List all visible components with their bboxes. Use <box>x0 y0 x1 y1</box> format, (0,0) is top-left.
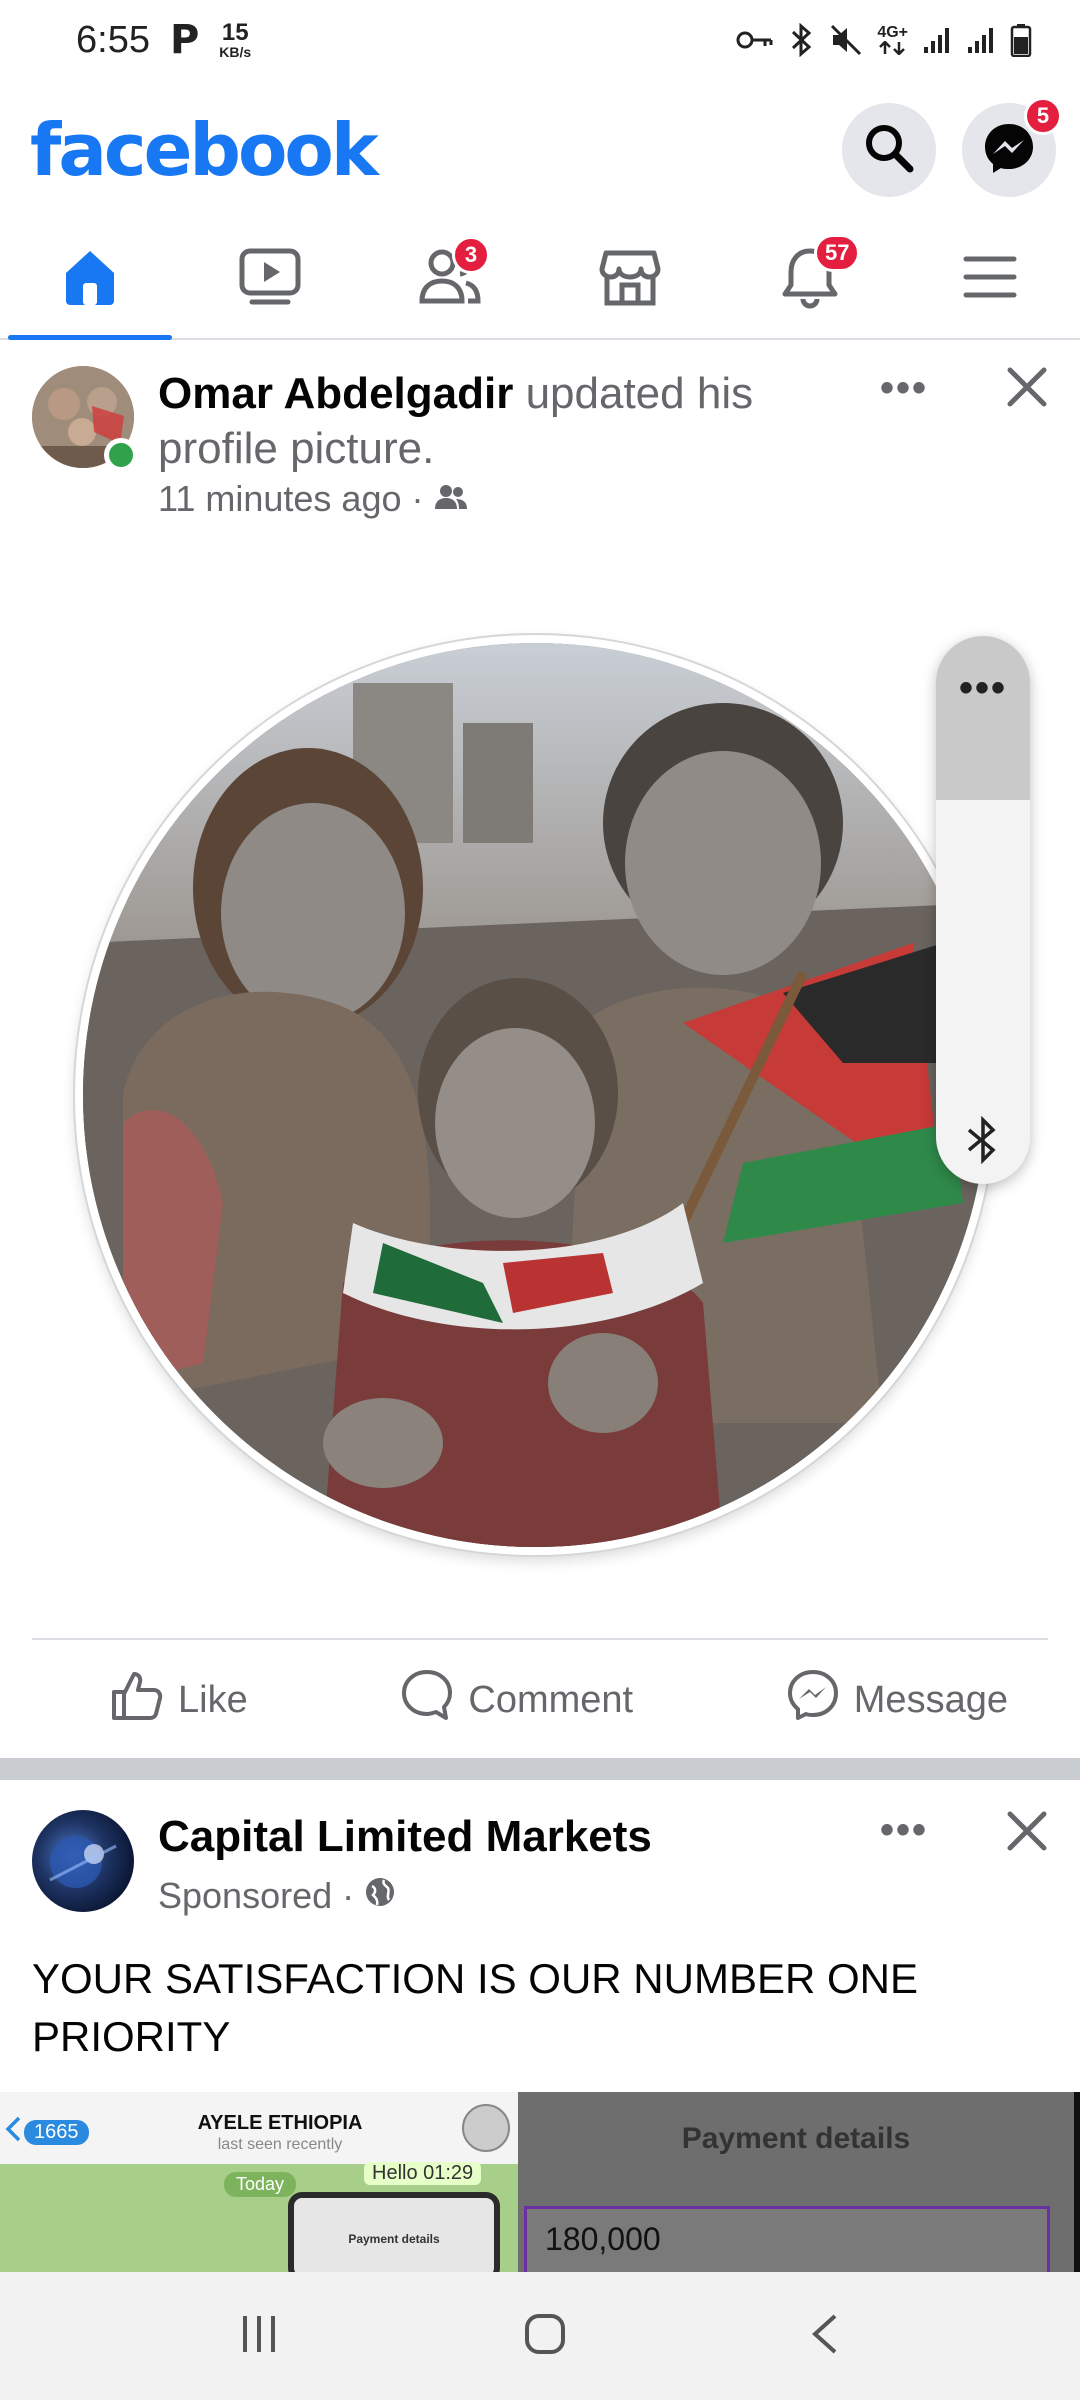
ad-chat-name: AYELE ETHIOPIA <box>197 2112 363 2134</box>
ad-image[interactable]: 1665 AYELE ETHIOPIA last seen recently T… <box>0 2092 1080 2272</box>
comment-button[interactable]: Comment <box>400 1668 633 1732</box>
comment-label: Comment <box>468 1678 634 1721</box>
close-icon <box>1006 367 1048 412</box>
network-speed: 15 KB/s <box>219 19 252 60</box>
notifications-badge: 57 <box>814 234 861 272</box>
ad-payment-title: Payment details <box>681 2122 911 2155</box>
messenger-badge: 5 <box>1024 97 1062 135</box>
menu-icon <box>960 247 1020 312</box>
more-options-button[interactable]: ••• <box>880 366 928 411</box>
status-time: 6:55 <box>76 18 150 61</box>
bluetooth-icon <box>789 23 815 57</box>
ad-chat-hello: Hello 01:29 <box>364 2162 482 2185</box>
ad-chat-header: 1665 AYELE ETHIOPIA last seen recently <box>0 2092 518 2164</box>
ad-chat-avatar <box>462 2104 510 2152</box>
tab-menu[interactable] <box>900 220 1080 338</box>
marketplace-icon <box>598 245 662 314</box>
main-nav: 3 57 <box>0 220 1080 340</box>
ad-image-edge <box>1074 2092 1080 2272</box>
post-title: Omar Abdelgadir updated his profile pict… <box>158 366 858 476</box>
system-nav-bar <box>0 2272 1080 2400</box>
post-separator <box>0 1758 1080 1780</box>
post-text: YOUR SATISFACTION IS OUR NUMBER ONE PRIO… <box>32 1955 918 2060</box>
volume-level-fill <box>936 636 1030 801</box>
like-label: Like <box>178 1678 248 1721</box>
post-time[interactable]: 11 minutes ago <box>158 478 402 520</box>
post-meta: 11 minutes ago · <box>158 478 468 520</box>
post-actions: Like Comment Message <box>32 1660 1048 1740</box>
avatar[interactable] <box>32 1810 134 1912</box>
battery-icon <box>1010 23 1032 57</box>
mute-icon <box>829 23 863 57</box>
post-author[interactable]: Capital Limited Markets <box>158 1812 652 1862</box>
message-button[interactable]: Message <box>786 1668 1008 1732</box>
search-button[interactable] <box>842 103 936 197</box>
friends-badge: 3 <box>452 236 490 274</box>
ad-chat-back-count: 1665 <box>24 2119 89 2145</box>
message-label: Message <box>853 1678 1008 1721</box>
network-speed-value: 15 <box>221 19 249 46</box>
ad-payment-screenshot: Payment details 180,000 <box>518 2092 1074 2272</box>
meta-separator: · <box>411 478 424 519</box>
meta-separator: · <box>342 1875 355 1916</box>
status-bar: 6:55 P 15 KB/s 4G+ <box>0 0 1080 80</box>
ad-payment-field: 180,000 <box>524 2206 1050 2272</box>
close-post-button[interactable] <box>1006 366 1048 413</box>
close-post-button[interactable] <box>1006 1810 1048 1857</box>
signal-icon <box>966 25 996 55</box>
app-header: facebook 5 <box>0 95 1080 205</box>
profile-picture[interactable] <box>75 635 995 1555</box>
online-status-dot <box>104 438 138 472</box>
key-icon <box>735 28 775 52</box>
close-icon <box>1006 1811 1048 1856</box>
search-icon <box>862 121 916 180</box>
facebook-logo[interactable]: facebook <box>30 108 379 192</box>
volume-panel[interactable]: ••• <box>936 636 1030 1184</box>
bluetooth-icon <box>963 1115 1003 1169</box>
post-meta: Sponsored · <box>158 1875 396 1917</box>
parking-icon: P <box>169 17 200 63</box>
post-author[interactable]: Omar Abdelgadir <box>158 369 513 418</box>
signal-icon <box>922 25 952 55</box>
sponsored-label[interactable]: Sponsored <box>158 1875 332 1917</box>
home-button[interactable] <box>521 2310 569 2363</box>
video-icon <box>238 245 302 314</box>
network-speed-unit: KB/s <box>219 44 252 60</box>
tab-home[interactable] <box>0 220 180 340</box>
network-type: 4G+ <box>877 25 908 55</box>
friends-audience-icon <box>434 478 468 520</box>
messenger-icon <box>786 1668 840 1732</box>
tab-video[interactable] <box>180 220 360 338</box>
recent-apps-button[interactable] <box>239 2312 283 2361</box>
tab-friends[interactable]: 3 <box>360 220 540 338</box>
home-icon <box>58 245 122 314</box>
ad-chat-back: 1665 <box>4 2116 89 2148</box>
post-divider <box>32 1638 1048 1640</box>
ad-phone-label: Payment details <box>294 2198 494 2272</box>
ad-phone-mockup: Payment details <box>288 2192 500 2272</box>
like-button[interactable]: Like <box>110 1668 248 1732</box>
tab-marketplace[interactable] <box>540 220 720 338</box>
post-header: Omar Abdelgadir updated his profile pict… <box>32 366 1052 536</box>
globe-icon <box>364 1875 396 1917</box>
like-icon <box>110 1668 164 1732</box>
comment-icon <box>400 1668 454 1732</box>
ad-chat-screenshot: 1665 AYELE ETHIOPIA last seen recently T… <box>0 2092 518 2272</box>
messenger-button[interactable]: 5 <box>962 97 1062 197</box>
ad-chat-today: Today <box>224 2172 297 2197</box>
back-button[interactable] <box>807 2310 841 2363</box>
more-options-button[interactable]: ••• <box>880 1808 928 1853</box>
tab-notifications[interactable]: 57 <box>720 220 900 338</box>
chevron-left-icon <box>4 2116 22 2148</box>
ad-chat-status: last seen recently <box>217 2136 343 2153</box>
volume-more-button[interactable]: ••• <box>936 666 1030 711</box>
